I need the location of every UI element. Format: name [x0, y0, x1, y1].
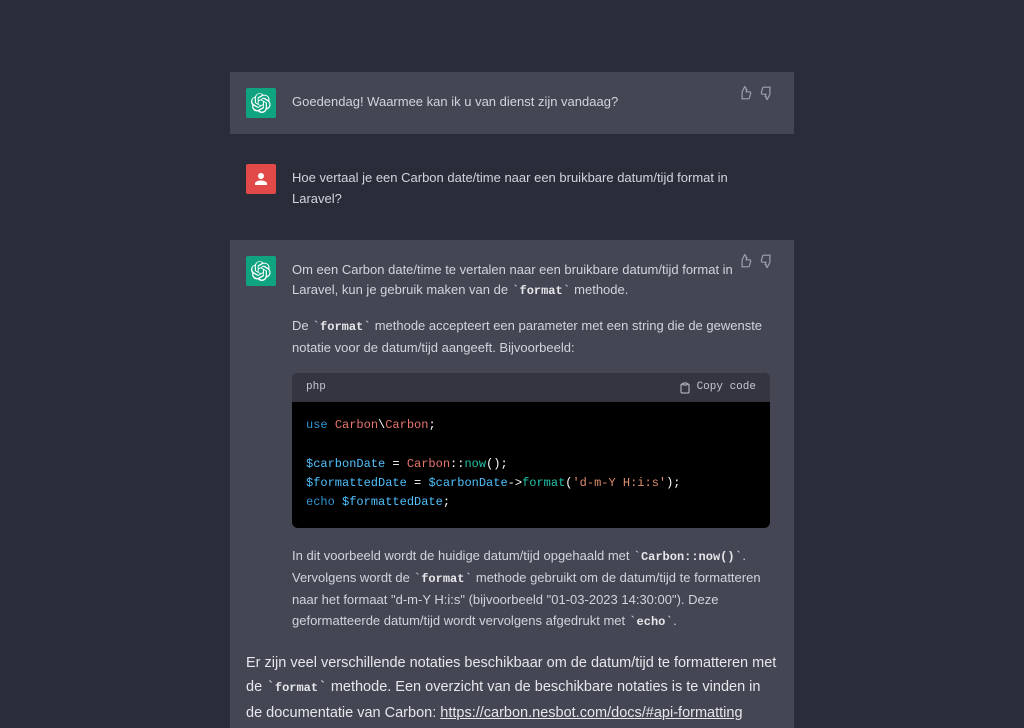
assistant-message: Om een Carbon date/time te vertalen naar…	[230, 240, 794, 649]
assistant-message-continuation: Er zijn veel verschillende notaties besc…	[230, 649, 794, 728]
inline-code: echo	[637, 615, 666, 629]
thumbs-up-icon[interactable]	[738, 254, 752, 273]
text: In dit voorbeeld wordt de huidige datum/…	[292, 548, 633, 563]
paragraph: In dit voorbeeld wordt de huidige datum/…	[292, 546, 770, 632]
inline-code: format	[320, 320, 363, 334]
text: De	[292, 318, 312, 333]
paragraph: De `format` methode accepteert een param…	[292, 316, 770, 359]
paragraph: Om een Carbon date/time te vertalen naar…	[292, 260, 770, 303]
feedback-controls	[738, 254, 774, 273]
message-text: Hoe vertaal je een Carbon date/time naar…	[292, 164, 770, 210]
assistant-avatar	[246, 256, 276, 286]
thumbs-up-icon[interactable]	[738, 86, 752, 105]
token: format	[522, 476, 565, 490]
message-text: Goedendag! Waarmee kan ik u van dienst z…	[292, 88, 770, 113]
thumbs-down-icon[interactable]	[760, 86, 774, 105]
openai-icon	[251, 261, 271, 281]
inline-code: format	[520, 284, 563, 298]
token: $formattedDate	[306, 476, 407, 490]
thumbs-down-icon[interactable]	[760, 254, 774, 273]
user-message: Hoe vertaal je een Carbon date/time naar…	[230, 148, 794, 226]
feedback-controls	[738, 86, 774, 105]
text: .	[673, 613, 677, 628]
token: $carbonDate	[428, 476, 507, 490]
token: $carbonDate	[306, 457, 385, 471]
code-block-header: php Copy code	[292, 373, 770, 403]
code-block: php Copy code use Carbon\Carbon; $carbon…	[292, 373, 770, 529]
token: $formattedDate	[342, 495, 443, 509]
code-content[interactable]: use Carbon\Carbon; $carbonDate = Carbon:…	[292, 402, 770, 528]
copy-code-button[interactable]: Copy code	[679, 379, 756, 397]
token: echo	[306, 495, 335, 509]
token: now	[464, 457, 486, 471]
token: use	[306, 418, 328, 432]
copy-label: Copy code	[697, 379, 756, 397]
token: Carbon	[407, 457, 450, 471]
clipboard-icon	[679, 382, 691, 394]
code-language-label: php	[306, 379, 326, 397]
text: methode.	[571, 282, 629, 297]
openai-icon	[251, 93, 271, 113]
token: Carbon	[335, 418, 378, 432]
inline-code: format	[275, 681, 318, 695]
token: Carbon	[385, 418, 428, 432]
carbon-docs-link[interactable]: https://carbon.nesbot.com/docs/#api-form…	[440, 705, 742, 721]
user-avatar	[246, 164, 276, 194]
message-body: Om een Carbon date/time te vertalen naar…	[292, 256, 770, 633]
chat-container: Goedendag! Waarmee kan ik u van dienst z…	[230, 0, 794, 728]
assistant-avatar	[246, 88, 276, 118]
assistant-message: Goedendag! Waarmee kan ik u van dienst z…	[230, 72, 794, 134]
inline-code: format	[421, 572, 464, 586]
person-icon	[252, 170, 270, 188]
token: 'd-m-Y H:i:s'	[572, 476, 666, 490]
inline-code: Carbon::now()	[641, 550, 735, 564]
